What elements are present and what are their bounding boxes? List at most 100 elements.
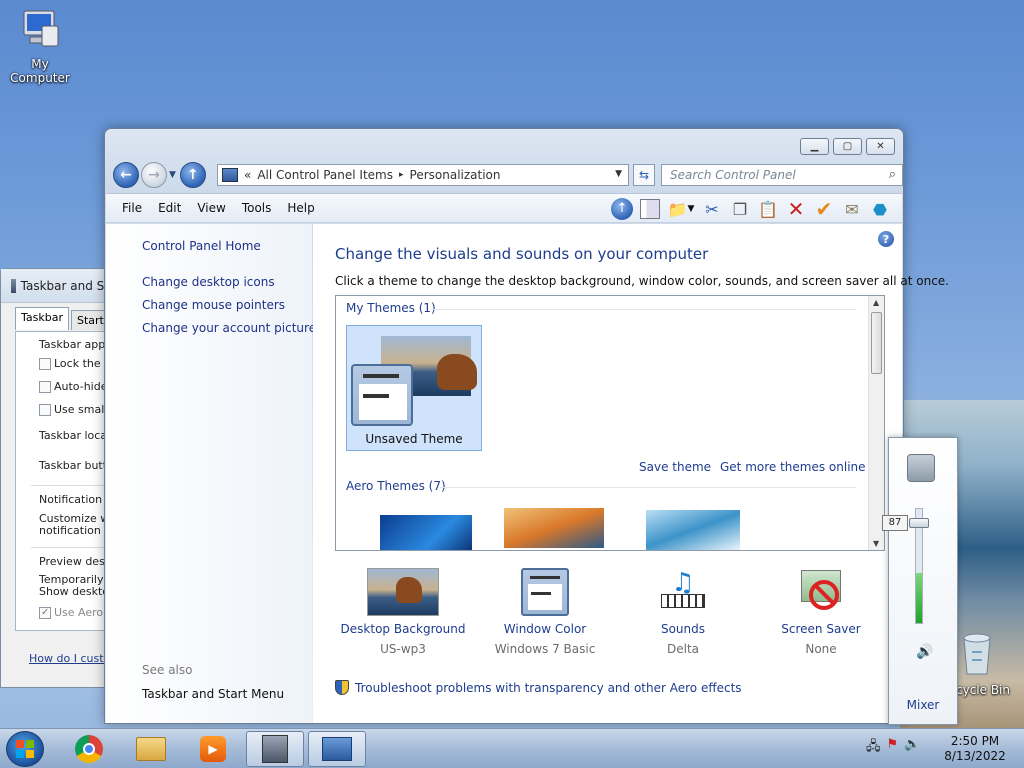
theme-unsaved[interactable]: Unsaved Theme: [346, 325, 482, 451]
breadcrumb-separator-icon[interactable]: ▸: [399, 170, 404, 180]
taskbar-chrome[interactable]: [60, 731, 118, 767]
action-center-flag-icon[interactable]: ⚑: [887, 737, 899, 759]
volume-icon[interactable]: 🔈: [904, 737, 920, 759]
breadcrumb-chevrons[interactable]: «: [244, 168, 251, 182]
taskbar-properties-window[interactable]: Taskbar and St Taskbar Start M Taskbar a…: [0, 268, 123, 688]
desktop-background-icon: [367, 568, 439, 616]
change-account-picture-link[interactable]: Change your account picture: [142, 321, 316, 335]
window-color-tile[interactable]: Window Color Windows 7 Basic: [475, 568, 615, 656]
checkbox[interactable]: [39, 358, 51, 370]
aero-theme-windows[interactable]: [380, 515, 472, 550]
desktop-background-label[interactable]: Desktop Background: [333, 622, 473, 636]
volume-slider-thumb[interactable]: 87: [882, 515, 929, 532]
sounds-label[interactable]: Sounds: [613, 622, 753, 636]
shell-button[interactable]: ⬣: [868, 197, 892, 221]
forward-button[interactable]: →: [141, 162, 167, 188]
cut-button[interactable]: ✂: [700, 197, 724, 221]
back-button[interactable]: ←: [113, 162, 139, 188]
up-folder-button[interactable]: ↑: [610, 197, 634, 221]
delete-button[interactable]: ✕: [784, 197, 808, 221]
swatch-bar: [363, 374, 399, 378]
troubleshoot-link[interactable]: Troubleshoot problems with transparency …: [355, 681, 742, 695]
start-button[interactable]: [6, 731, 44, 767]
divider: [432, 309, 856, 310]
copy-button[interactable]: ❐: [728, 197, 752, 221]
scroll-up-icon[interactable]: ▲: [873, 298, 879, 307]
breadcrumb-all-control-panel-items[interactable]: All Control Panel Items: [257, 168, 393, 182]
screen-saver-label[interactable]: Screen Saver: [751, 622, 891, 636]
change-desktop-icons-link[interactable]: Change desktop icons: [142, 275, 275, 289]
taskbar-properties-icon: [262, 735, 288, 763]
divider: [31, 485, 109, 486]
titlebar[interactable]: Taskbar and St: [1, 269, 109, 303]
checkbox[interactable]: [39, 381, 51, 393]
checkbox[interactable]: [39, 404, 51, 416]
personalization-window[interactable]: ▁ ▢ ✕ ← → ▼ ↑ « All Control Panel Items …: [104, 128, 949, 724]
folder-options-button[interactable]: 📁 ▼: [666, 197, 696, 221]
shell-icon: ⬣: [873, 199, 887, 219]
window-color-label[interactable]: Window Color: [475, 622, 615, 636]
speaker-device-icon[interactable]: [907, 454, 935, 482]
desktop-icon-my-computer[interactable]: My Computer: [2, 8, 78, 85]
up-button[interactable]: ↑: [179, 162, 206, 188]
refresh-button[interactable]: ⇆: [633, 164, 655, 186]
screen-saver-tile[interactable]: Screen Saver None: [751, 568, 891, 656]
tab-taskbar[interactable]: Taskbar: [15, 307, 69, 330]
aero-theme-characters[interactable]: [646, 510, 740, 550]
breadcrumb-personalization[interactable]: Personalization: [410, 168, 501, 182]
troubleshoot-link-row[interactable]: Troubleshoot problems with transparency …: [335, 680, 742, 695]
control-panel-home-link[interactable]: Control Panel Home: [142, 239, 261, 253]
rock-shape: [437, 354, 477, 390]
recent-pages-dropdown[interactable]: ▼: [169, 170, 176, 180]
sounds-tile[interactable]: ♫ Sounds Delta: [613, 568, 753, 656]
divider: [440, 487, 856, 488]
network-icon[interactable]: 🖧: [866, 737, 881, 759]
clock-date: 8/13/2022: [944, 749, 1006, 763]
volume-popup[interactable]: 87 🔊 Mixer: [882, 437, 958, 725]
address-dropdown-icon[interactable]: ▼: [615, 169, 622, 179]
save-theme-link[interactable]: Save theme: [639, 460, 711, 474]
close-button[interactable]: ✕: [866, 138, 895, 155]
taskbar-media-player[interactable]: ▶: [184, 731, 242, 767]
menu-edit[interactable]: Edit: [158, 201, 181, 215]
themes-list[interactable]: My Themes (1) Unsaved Theme Save theme G…: [335, 295, 885, 551]
preview-pane-button[interactable]: [638, 197, 662, 221]
aero-themes-header[interactable]: Aero Themes (7): [346, 479, 446, 493]
mute-speaker-icon[interactable]: 🔊: [916, 644, 933, 660]
small-icons-checkbox-row[interactable]: Use small i: [39, 403, 114, 416]
window-color-icon: [521, 568, 569, 616]
desktop-background-tile[interactable]: Desktop Background US-wp3: [333, 568, 473, 656]
change-mouse-pointers-link[interactable]: Change mouse pointers: [142, 298, 285, 312]
taskbar-explorer[interactable]: [122, 731, 180, 767]
aero-theme-architecture[interactable]: [504, 508, 604, 548]
how-to-customize-link[interactable]: How do I custo: [29, 652, 110, 665]
email-button[interactable]: ✉: [840, 197, 864, 221]
address-bar[interactable]: « All Control Panel Items ▸ Personalizat…: [217, 164, 629, 186]
paste-button[interactable]: 📋: [756, 197, 780, 221]
minimize-button[interactable]: ▁: [800, 138, 829, 155]
get-more-themes-link[interactable]: Get more themes online: [720, 460, 866, 474]
maximize-button[interactable]: ▢: [833, 138, 862, 155]
taskbar-taskbar-properties[interactable]: [246, 731, 304, 767]
search-icon[interactable]: ⌕: [889, 167, 896, 182]
mixer-link[interactable]: Mixer: [889, 698, 957, 712]
window-color-swatch: [351, 364, 413, 426]
menu-help[interactable]: Help: [287, 201, 314, 215]
autohide-checkbox-row[interactable]: Auto-hide: [39, 380, 108, 393]
desktop-icon-recycle-bin[interactable]: cycle Bin: [956, 630, 1024, 697]
menu-file[interactable]: File: [122, 201, 142, 215]
search-input[interactable]: Search Control Panel ⌕: [661, 164, 903, 186]
scroll-down-icon[interactable]: ▼: [873, 539, 879, 548]
themes-scrollbar[interactable]: ▲ ▼: [868, 296, 884, 550]
taskbar-start-menu-link[interactable]: Taskbar and Start Menu: [142, 687, 284, 701]
properties-button[interactable]: ✔: [812, 197, 836, 221]
help-icon[interactable]: ?: [878, 231, 894, 247]
taskbar-control-panel[interactable]: [308, 731, 366, 767]
my-themes-header[interactable]: My Themes (1): [346, 301, 436, 315]
folder-check-icon: 📁: [667, 199, 688, 219]
clock[interactable]: 2:50 PM 8/13/2022: [940, 734, 1010, 764]
scroll-thumb[interactable]: [871, 312, 882, 374]
swatch-inner: [359, 384, 407, 420]
menu-tools[interactable]: Tools: [242, 201, 272, 215]
menu-view[interactable]: View: [197, 201, 225, 215]
